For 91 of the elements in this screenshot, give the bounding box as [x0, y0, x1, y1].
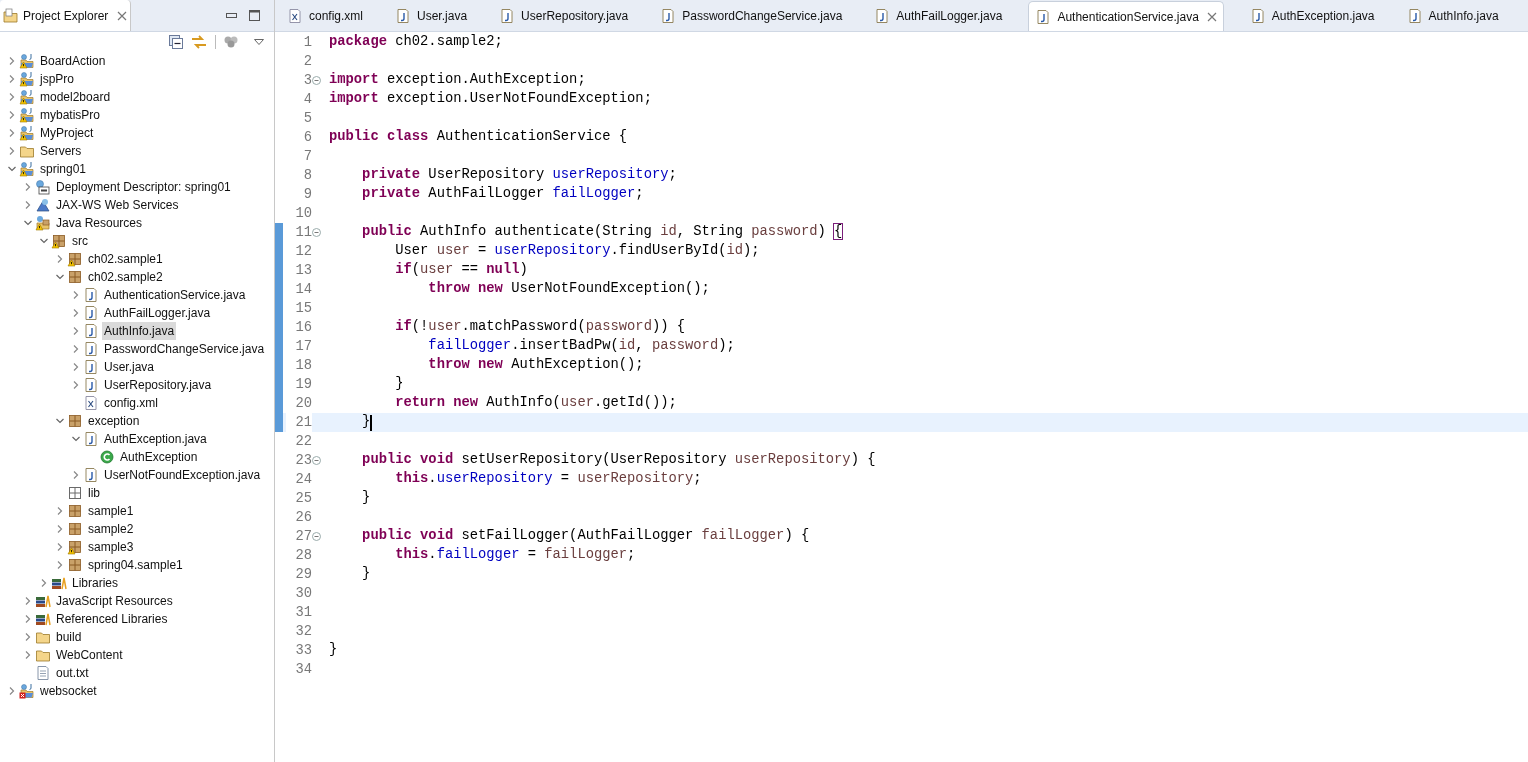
tree-item[interactable]: sample2 — [86, 520, 136, 538]
fold-icon[interactable] — [312, 228, 321, 237]
tree-item[interactable]: exception — [86, 412, 142, 430]
tree-item[interactable]: spring04.sample1 — [86, 556, 185, 574]
fold-icon[interactable] — [312, 532, 321, 541]
tree-item[interactable]: BoardAction — [38, 52, 108, 70]
tree-item[interactable]: AuthInfo.java — [102, 322, 177, 340]
editor-tab[interactable]: AuthException.java — [1243, 1, 1381, 31]
code-text: private UserRepository userRepository; — [361, 166, 677, 185]
tree-item[interactable]: UserRepository.java — [102, 376, 214, 394]
java-file-icon — [499, 8, 516, 24]
java-file-icon — [660, 8, 677, 24]
line-number: 21 — [286, 413, 312, 432]
code-text: public class AuthenticationService { — [329, 128, 628, 147]
panel-title: Project Explorer — [23, 7, 109, 25]
tree-item[interactable]: websocket — [38, 682, 99, 700]
collapse-all-icon[interactable] — [169, 35, 183, 49]
tree-item[interactable]: lib — [86, 484, 102, 502]
code-text: import exception.AuthException; — [329, 71, 586, 90]
editor-tab[interactable]: UserRepository.java — [493, 1, 635, 31]
minimize-icon[interactable] — [226, 12, 237, 19]
code-text: public AuthInfo authenticate(String id, String password) { — [361, 223, 843, 242]
link-editor-icon[interactable] — [191, 35, 207, 49]
tree-item[interactable]: src — [70, 232, 90, 250]
code-text: } — [361, 413, 371, 432]
tree-item[interactable]: WebContent — [54, 646, 125, 664]
text-cursor — [370, 414, 372, 431]
code-text: private AuthFailLogger failLogger; — [361, 185, 644, 204]
code-text: } — [329, 641, 338, 660]
code-text: if(user == null) — [394, 261, 528, 280]
code-text: } — [361, 489, 371, 508]
tree-item[interactable]: ch02.sample2 — [86, 268, 165, 286]
code-text: this.userRepository = userRepository; — [394, 470, 702, 489]
tree-item[interactable]: jspPro — [38, 70, 76, 88]
java-file-icon — [874, 8, 891, 24]
tree-item[interactable]: spring01 — [38, 160, 89, 178]
tree-item[interactable]: AuthFailLogger.java — [102, 304, 213, 322]
code-text: public void setUserRepository(UserRepository userRepository) { — [361, 451, 876, 470]
editor-tab[interactable]: AuthInfo.java — [1400, 1, 1505, 31]
tree-item[interactable]: User.java — [102, 358, 157, 376]
tree-item[interactable]: Libraries — [70, 574, 121, 592]
editor-tab[interactable]: PasswordChangeService.java — [654, 1, 849, 31]
java-file-icon — [1249, 8, 1266, 24]
code-text: package ch02.sample2; — [329, 33, 503, 52]
tree-item[interactable]: Servers — [38, 142, 84, 160]
code-text: } — [394, 375, 404, 394]
code-text: throw new UserNotFoundException(); — [427, 280, 710, 299]
code-text: public void setFailLogger(AuthFailLogger failLogger) { — [361, 527, 810, 546]
fold-icon[interactable] — [312, 76, 321, 85]
java-file-icon — [1035, 8, 1052, 25]
close-icon[interactable] — [1206, 11, 1217, 22]
xml-file-icon — [287, 8, 303, 24]
tree-item[interactable]: JAX-WS Web Services — [54, 196, 181, 214]
tree-item[interactable]: AuthException.java — [102, 430, 209, 448]
tree-item[interactable]: sample3 — [86, 538, 136, 556]
view-menu-icon[interactable] — [254, 39, 264, 45]
tree-item[interactable]: AuthException — [118, 448, 200, 466]
editor-tab[interactable]: AuthFailLogger.java — [868, 1, 1009, 31]
close-icon[interactable] — [117, 10, 128, 21]
tree-item[interactable]: build — [54, 628, 84, 646]
tree-item[interactable]: ch02.sample1 — [86, 250, 165, 268]
code-text: } — [361, 565, 371, 584]
tree-item[interactable]: mybatisPro — [38, 106, 103, 124]
tree-item[interactable]: model2board — [38, 88, 113, 106]
tree-item[interactable]: UserNotFoundException.java — [102, 466, 263, 484]
tree-item[interactable]: PasswordChangeService.java — [102, 340, 267, 358]
maximize-icon[interactable] — [249, 10, 260, 21]
editor-tab[interactable]: User.java — [389, 1, 474, 31]
tree-item[interactable]: MyProject — [38, 124, 96, 142]
code-text: this.failLogger = failLogger; — [394, 546, 636, 565]
tree-item[interactable]: Java Resources — [54, 214, 145, 232]
editor-tab[interactable]: config.xml — [281, 1, 370, 31]
editor-tab[interactable]: AuthenticationService.java — [1028, 1, 1224, 31]
java-file-icon — [395, 8, 412, 24]
tree-item[interactable]: Referenced Libraries — [54, 610, 170, 628]
tree-item[interactable]: AuthenticationService.java — [102, 286, 248, 304]
tree-item[interactable]: sample1 — [86, 502, 136, 520]
explorer-icon — [3, 7, 19, 24]
tree-item[interactable]: out.txt — [54, 664, 91, 682]
code-text: if(!user.matchPassword(password)) { — [394, 318, 686, 337]
code-text: failLogger.insertBadPw(id, password); — [427, 337, 735, 356]
tree-item[interactable]: JavaScript Resources — [54, 592, 175, 610]
filter-icon[interactable] — [224, 36, 238, 48]
code-text: import exception.UserNotFoundException; — [329, 90, 652, 109]
fold-icon[interactable] — [312, 456, 321, 465]
code-text: User user = userRepository.findUserById(id); — [394, 242, 760, 261]
code-text: return new AuthInfo(user.getId()); — [394, 394, 677, 413]
tree-item[interactable]: Deployment Descriptor: spring01 — [54, 178, 233, 196]
tree-item[interactable]: config.xml — [102, 394, 161, 412]
code-text: throw new AuthException(); — [427, 356, 644, 375]
java-file-icon — [1406, 8, 1423, 24]
